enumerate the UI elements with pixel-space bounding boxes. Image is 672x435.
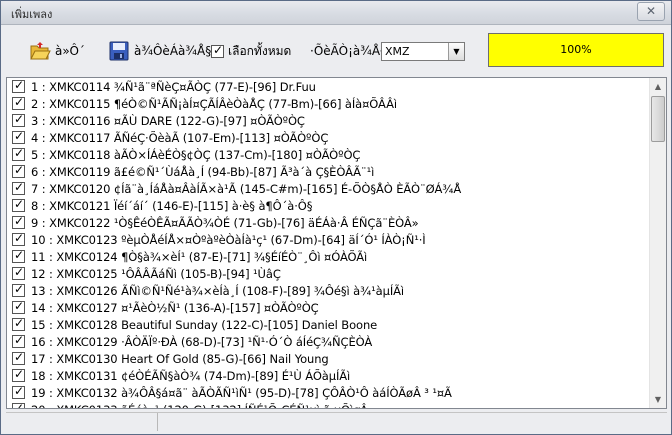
list-item[interactable]: 4 : XMKC0117 ÃÑéÇ·ÕèàÃ (107-Em)-[113] ¤Ò…: [7, 129, 649, 146]
song-checkbox[interactable]: [12, 333, 25, 348]
song-checkbox[interactable]: [12, 129, 25, 144]
song-checkbox[interactable]: [12, 401, 25, 408]
song-title: 1 : XMKC0114 ¾Ñ¹ã¨ªÑèÇ¤ÃÒÇ (77-E)-[96] D…: [31, 79, 316, 94]
list-item[interactable]: 12 : XMKC0125 ¹ÔÂÂÃáÑì (105-B)-[94] ¹ÙâÇ: [7, 265, 649, 282]
song-title: 16 : XMKC0129 ·ÂÒÄÏº·ÐÀ (68-D)-[73] ¹Ñ¹·…: [31, 334, 373, 349]
scroll-up-icon[interactable]: ▲: [650, 78, 666, 95]
song-title: 11 : XMKC0124 ¶Ò§à¾×èÍ¹ (87-E)-[71] ¾§Éí…: [31, 249, 368, 264]
list-item[interactable]: 18 : XMKC0131 ¢éÒÉÃÑ§àÒ¾ (74-Dm)-[89] É¹…: [7, 367, 649, 384]
list-item[interactable]: 1 : XMKC0114 ¾Ñ¹ã¨ªÑèÇ¤ÃÒÇ (77-E)-[96] D…: [7, 78, 649, 95]
song-title: 9 : XMKC0122 ¹Ò§ÊéÒÊÃ¤ÃÃÒ¾ÒÉ (71-Gb)-[76…: [31, 215, 419, 230]
song-title: 10 : XMKC0123 ºèµÒÅéÍÅ×¤ÒºàºèÒàÍà¹ç¹ (67…: [31, 232, 426, 247]
song-title: 2 : XMKC0115 ¶éÒ©Ñ¹ÃÑ¡àÍ¤ÇÃÍÂèÒàÅÇ (77-B…: [31, 96, 397, 111]
window-title: เพิ่มเพลง: [11, 8, 53, 21]
list-item[interactable]: 8 : XMKC0121 Ïéí´áí´ (146-E)-[115] à·è§ …: [7, 197, 649, 214]
category-label: ·ÕèÃÒ¡à¾Å§: [310, 44, 387, 58]
category-select-value: XMZ: [385, 45, 410, 58]
song-checkbox[interactable]: [12, 197, 25, 212]
open-button[interactable]: à»Ô´: [29, 36, 85, 66]
song-title: 13 : XMKC0126 ÃÑì©Ñ¹Ñé¹à¾×èÍà¸Í (108-F)-…: [31, 283, 404, 298]
song-title: 14 : XMKC0127 ¤¹ÃèÒ½Ñ¹ (136-A)-[157] ¤ÒÃ…: [31, 300, 319, 315]
song-checkbox[interactable]: [12, 78, 25, 93]
progress-bar: 100%: [488, 33, 664, 67]
song-checkbox[interactable]: [12, 214, 25, 229]
song-checkbox[interactable]: [12, 95, 25, 110]
song-checkbox[interactable]: [12, 112, 25, 127]
list-item[interactable]: 20 : XMKC0133 ãÉéà¸¹ (120-G)-[132] ÍÑÉ¹Õ…: [7, 401, 649, 408]
list-item[interactable]: 14 : XMKC0127 ¤¹ÃèÒ½Ñ¹ (136-A)-[157] ¤ÒÃ…: [7, 299, 649, 316]
open-folder-icon: [29, 40, 51, 62]
select-all-label: เลือกทั้งหมด: [228, 43, 292, 58]
select-all-checkbox-group[interactable]: เลือกทั้งหมด: [211, 36, 291, 66]
title-bar: เพิ่มเพลง ✕: [1, 1, 671, 25]
list-item[interactable]: 19 : XMKC0132 à¾ÔÂ§á¤ã¨ àÃÒÃÑ¹ìÑ¹ (95-D)…: [7, 384, 649, 401]
chevron-down-icon[interactable]: ▼: [448, 43, 464, 60]
close-button[interactable]: ✕: [637, 2, 665, 21]
toolbar: à»Ô´ à¾ÔèÁà¾Å§ เลือกทั้งหมด ·ÕèÃÒ¡à¾Å§ X…: [7, 29, 667, 73]
song-title: 8 : XMKC0121 Ïéí´áí´ (146-E)-[115] à·è§ …: [31, 198, 313, 213]
status-bar: [6, 412, 667, 431]
song-title: 18 : XMKC0131 ¢éÒÉÃÑ§àÒ¾ (74-Dm)-[89] É¹…: [31, 368, 351, 383]
list-item[interactable]: 15 : XMKC0128 Beautiful Sunday (122-C)-[…: [7, 316, 649, 333]
list-item[interactable]: 6 : XMKC0119 ã£é©Ñ¹´ÙáÅà¸Í (94-Bb)-[87] …: [7, 163, 649, 180]
status-panel-left: [6, 413, 158, 431]
song-title: 7 : XMKC0120 ¢Íã¨à¸ÍáÅà¤ÂàÍÃ×à¹Ã (145-C#…: [31, 181, 462, 196]
scroll-down-icon[interactable]: ▼: [650, 391, 666, 408]
add-songs-button[interactable]: à¾ÔèÁà¾Å§: [108, 36, 211, 66]
list-item[interactable]: 13 : XMKC0126 ÃÑì©Ñ¹Ñé¹à¾×èÍà¸Í (108-F)-…: [7, 282, 649, 299]
song-checkbox[interactable]: [12, 248, 25, 263]
song-title: 20 : XMKC0133 ãÉéà¸¹ (120-G)-[132] ÍÑÉ¹Õ…: [31, 403, 368, 409]
song-checkbox[interactable]: [12, 163, 25, 178]
list-item[interactable]: 9 : XMKC0122 ¹Ò§ÊéÒÊÃ¤ÃÃÒ¾ÒÉ (71-Gb)-[76…: [7, 214, 649, 231]
song-checkbox[interactable]: [12, 316, 25, 331]
save-disk-icon: [108, 40, 130, 62]
song-checkbox[interactable]: [12, 367, 25, 382]
progress-text: 100%: [560, 43, 592, 56]
category-label-wrap: ·ÕèÃÒ¡à¾Å§: [306, 36, 386, 66]
song-checkbox[interactable]: [12, 282, 25, 297]
list-item[interactable]: 3 : XMKC0116 ¤ÃÙ DARE (122-G)-[97] ¤ÒÃÒº…: [7, 112, 649, 129]
list-item[interactable]: 2 : XMKC0115 ¶éÒ©Ñ¹ÃÑ¡àÍ¤ÇÃÍÂèÒàÅÇ (77-B…: [7, 95, 649, 112]
song-title: 15 : XMKC0128 Beautiful Sunday (122-C)-[…: [31, 317, 378, 332]
song-checkbox[interactable]: [12, 231, 25, 246]
open-label: à»Ô´: [55, 44, 85, 58]
song-checkbox[interactable]: [12, 350, 25, 365]
list-item[interactable]: 10 : XMKC0123 ºèµÒÅéÍÅ×¤ÒºàºèÒàÍà¹ç¹ (67…: [7, 231, 649, 248]
category-select[interactable]: XMZ ▼: [381, 42, 465, 61]
add-songs-window: เพิ่มเพลง ✕ à»Ô´ à¾ÔèÁà¾Å§ ✓ เลือกทั้งหม…: [0, 0, 672, 435]
song-title: 6 : XMKC0119 ã£é©Ñ¹´ÙáÅà¸Í (94-Bb)-[87] …: [31, 164, 375, 179]
song-list-rows: 1 : XMKC0114 ¾Ñ¹ã¨ªÑèÇ¤ÃÒÇ (77-E)-[96] D…: [7, 78, 649, 408]
list-item[interactable]: 17 : XMKC0130 Heart Of Gold (85-G)-[66] …: [7, 350, 649, 367]
vertical-scrollbar[interactable]: ▲ ▼: [649, 78, 666, 408]
list-item[interactable]: 5 : XMKC0118 àÃÒ×ÍÁèÉÒ§¢ÒÇ (137-Cm)-[180…: [7, 146, 649, 163]
song-title: 4 : XMKC0117 ÃÑéÇ·ÕèàÃ (107-Em)-[113] ¤Ò…: [31, 130, 329, 145]
select-all-checkbox[interactable]: [211, 43, 224, 58]
song-checkbox[interactable]: [12, 180, 25, 195]
scroll-thumb[interactable]: [651, 96, 665, 142]
list-item[interactable]: 7 : XMKC0120 ¢Íã¨à¸ÍáÅà¤ÂàÍÃ×à¹Ã (145-C#…: [7, 180, 649, 197]
add-songs-label: à¾ÔèÁà¾Å§: [134, 44, 212, 58]
song-checkbox[interactable]: [12, 299, 25, 314]
status-panel-right: [158, 413, 667, 431]
list-item[interactable]: 16 : XMKC0129 ·ÂÒÄÏº·ÐÀ (68-D)-[73] ¹Ñ¹·…: [7, 333, 649, 350]
song-title: 3 : XMKC0116 ¤ÃÙ DARE (122-G)-[97] ¤ÒÃÒº…: [31, 113, 305, 128]
song-checkbox[interactable]: [12, 384, 25, 399]
song-title: 5 : XMKC0118 àÃÒ×ÍÁèÉÒ§¢ÒÇ (137-Cm)-[180…: [31, 147, 361, 162]
song-title: 12 : XMKC0125 ¹ÔÂÂÃáÑì (105-B)-[94] ¹ÙâÇ: [31, 266, 281, 281]
song-title: 19 : XMKC0132 à¾ÔÂ§á¤ã¨ àÃÒÃÑ¹ìÑ¹ (95-D)…: [31, 385, 452, 400]
song-checkbox[interactable]: [12, 265, 25, 280]
list-item[interactable]: 11 : XMKC0124 ¶Ò§à¾×èÍ¹ (87-E)-[71] ¾§Éí…: [7, 248, 649, 265]
song-checkbox[interactable]: [12, 146, 25, 161]
song-list[interactable]: 1 : XMKC0114 ¾Ñ¹ã¨ªÑèÇ¤ÃÒÇ (77-E)-[96] D…: [6, 77, 667, 409]
song-title: 17 : XMKC0130 Heart Of Gold (85-G)-[66] …: [31, 351, 329, 366]
